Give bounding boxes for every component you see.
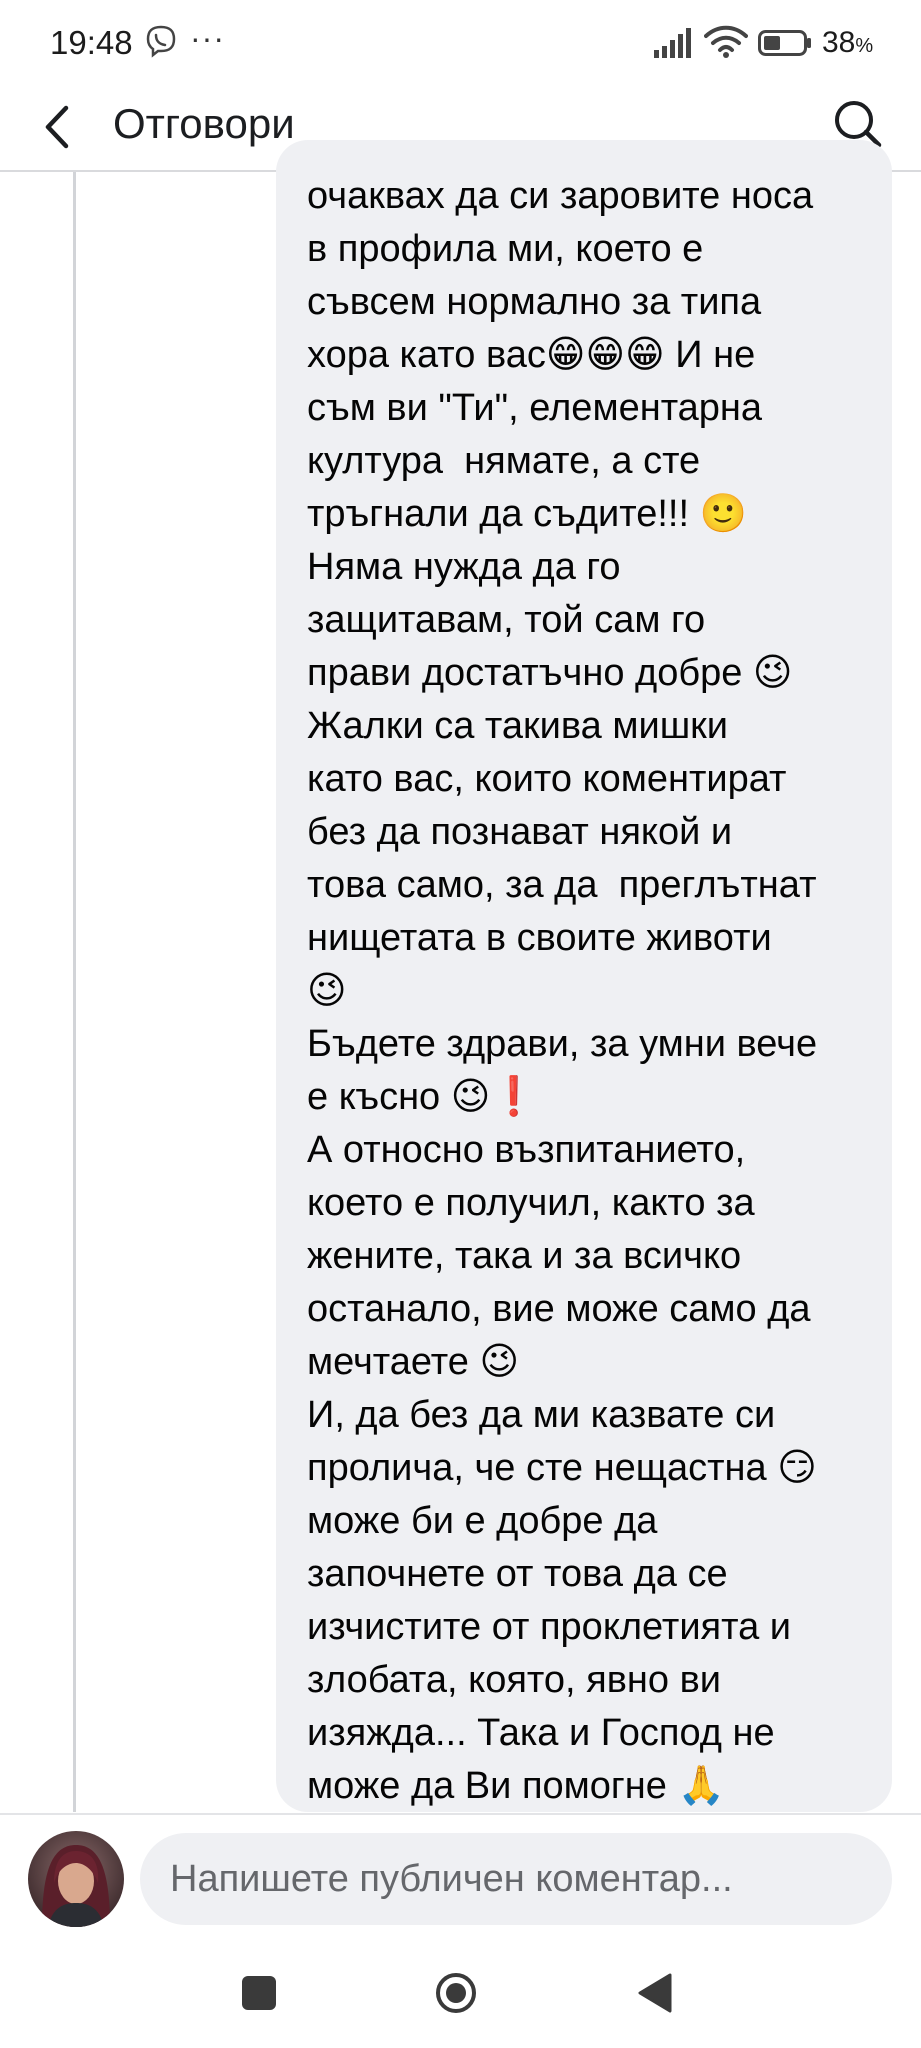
back-icon[interactable] bbox=[36, 102, 80, 152]
wifi-icon bbox=[704, 24, 748, 63]
comment-input[interactable] bbox=[140, 1833, 892, 1925]
recents-button[interactable] bbox=[242, 1976, 276, 2010]
comment-text: очаквах да си заровите носа в профила ми… bbox=[307, 175, 818, 1807]
more-notifications-icon: ··· bbox=[190, 20, 225, 56]
home-button[interactable] bbox=[435, 1972, 477, 2014]
comment-composer bbox=[0, 1813, 921, 1941]
battery-percent: 38% bbox=[822, 26, 874, 59]
status-bar: 19:48 ··· 38% bbox=[0, 0, 921, 88]
reply-thread-line bbox=[73, 172, 76, 1812]
viber-icon bbox=[144, 24, 178, 58]
status-time: 19:48 bbox=[50, 24, 133, 61]
signal-icon bbox=[654, 26, 694, 63]
battery-icon bbox=[758, 30, 812, 56]
avatar[interactable] bbox=[28, 1831, 124, 1927]
nav-back-button[interactable] bbox=[636, 1972, 674, 2014]
page-title: Отговори bbox=[113, 100, 295, 147]
system-nav-bar bbox=[0, 1940, 921, 2048]
